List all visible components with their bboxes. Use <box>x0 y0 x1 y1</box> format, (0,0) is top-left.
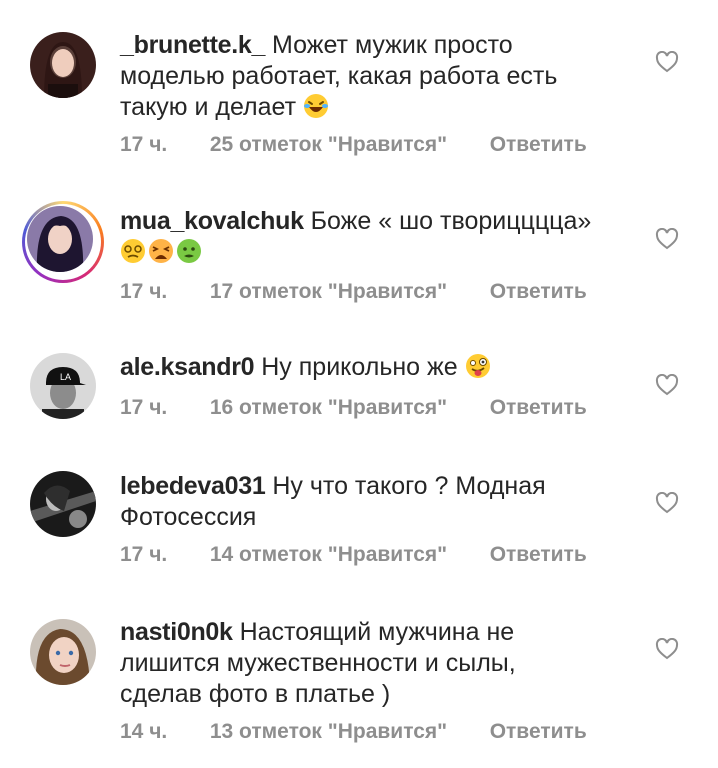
reply-button[interactable]: Ответить <box>490 280 587 304</box>
comment-meta: 17 ч. 16 отметок "Нравится" Ответить <box>120 396 587 420</box>
comment-time: 17 ч. <box>120 396 168 419</box>
laughing-tears-emoji-icon <box>304 94 329 118</box>
heart-outline-icon[interactable] <box>655 228 679 250</box>
comment-body: Ну прикольно же <box>261 353 458 381</box>
avatar[interactable] <box>30 619 96 685</box>
avatar[interactable]: LA <box>30 353 96 419</box>
story-ring[interactable] <box>22 201 104 283</box>
comment-username[interactable]: _brunette.k_ <box>120 31 265 59</box>
comment-text: nasti0n0k Настоящий мужчина не лишится м… <box>120 617 600 710</box>
likes-count-link[interactable]: 17 отметок "Нравится" <box>210 280 484 304</box>
svg-text:LA: LA <box>60 372 71 382</box>
tired-face-emoji-icon <box>149 239 173 263</box>
comment-body: Боже « шо творицццца» <box>310 207 592 235</box>
comment-text: mua_kovalchuk Боже « шо творицццца» <box>120 206 600 268</box>
comment-username[interactable]: ale.ksandr0 <box>120 353 255 381</box>
likes-count-link[interactable]: 16 отметок "Нравится" <box>210 396 484 420</box>
comment-meta: 17 ч. 17 отметок "Нравится" Ответить <box>120 280 587 304</box>
comment-time: 17 ч. <box>120 543 168 566</box>
heart-outline-icon[interactable] <box>655 638 679 660</box>
comment-time: 14 ч. <box>120 720 168 743</box>
avatar[interactable] <box>30 32 96 98</box>
comment-text: lebedeva031 Ну что такого ? Модная Фотос… <box>120 471 600 533</box>
dizzy-face-emoji-icon <box>121 239 145 263</box>
comment-text: _brunette.k_ Может мужик просто моделью … <box>120 30 600 123</box>
comment-time: 17 ч. <box>120 280 168 303</box>
heart-outline-icon[interactable] <box>655 492 679 514</box>
nauseated-face-emoji-icon <box>177 239 201 263</box>
comment-time: 17 ч. <box>120 133 168 156</box>
avatar <box>27 206 93 272</box>
avatar[interactable] <box>30 471 96 537</box>
heart-outline-icon[interactable] <box>655 51 679 73</box>
likes-count-link[interactable]: 13 отметок "Нравится" <box>210 720 484 744</box>
winking-tongue-face-emoji-icon <box>465 354 490 378</box>
comment-meta: 14 ч. 13 отметок "Нравится" Ответить <box>120 720 587 744</box>
comment-username[interactable]: nasti0n0k <box>120 618 233 646</box>
likes-count-link[interactable]: 25 отметок "Нравится" <box>210 133 484 157</box>
heart-outline-icon[interactable] <box>655 374 679 396</box>
comment-text: ale.ksandr0 Ну прикольно же <box>120 352 600 383</box>
comment-username[interactable]: mua_kovalchuk <box>120 207 304 235</box>
reply-button[interactable]: Ответить <box>490 720 587 744</box>
reply-button[interactable]: Ответить <box>490 396 587 420</box>
comment-username[interactable]: lebedeva031 <box>120 472 266 500</box>
comment-meta: 17 ч. 25 отметок "Нравится" Ответить <box>120 133 587 157</box>
comment-meta: 17 ч. 14 отметок "Нравится" Ответить <box>120 543 587 567</box>
reply-button[interactable]: Ответить <box>490 133 587 157</box>
likes-count-link[interactable]: 14 отметок "Нравится" <box>210 543 484 567</box>
reply-button[interactable]: Ответить <box>490 543 587 567</box>
